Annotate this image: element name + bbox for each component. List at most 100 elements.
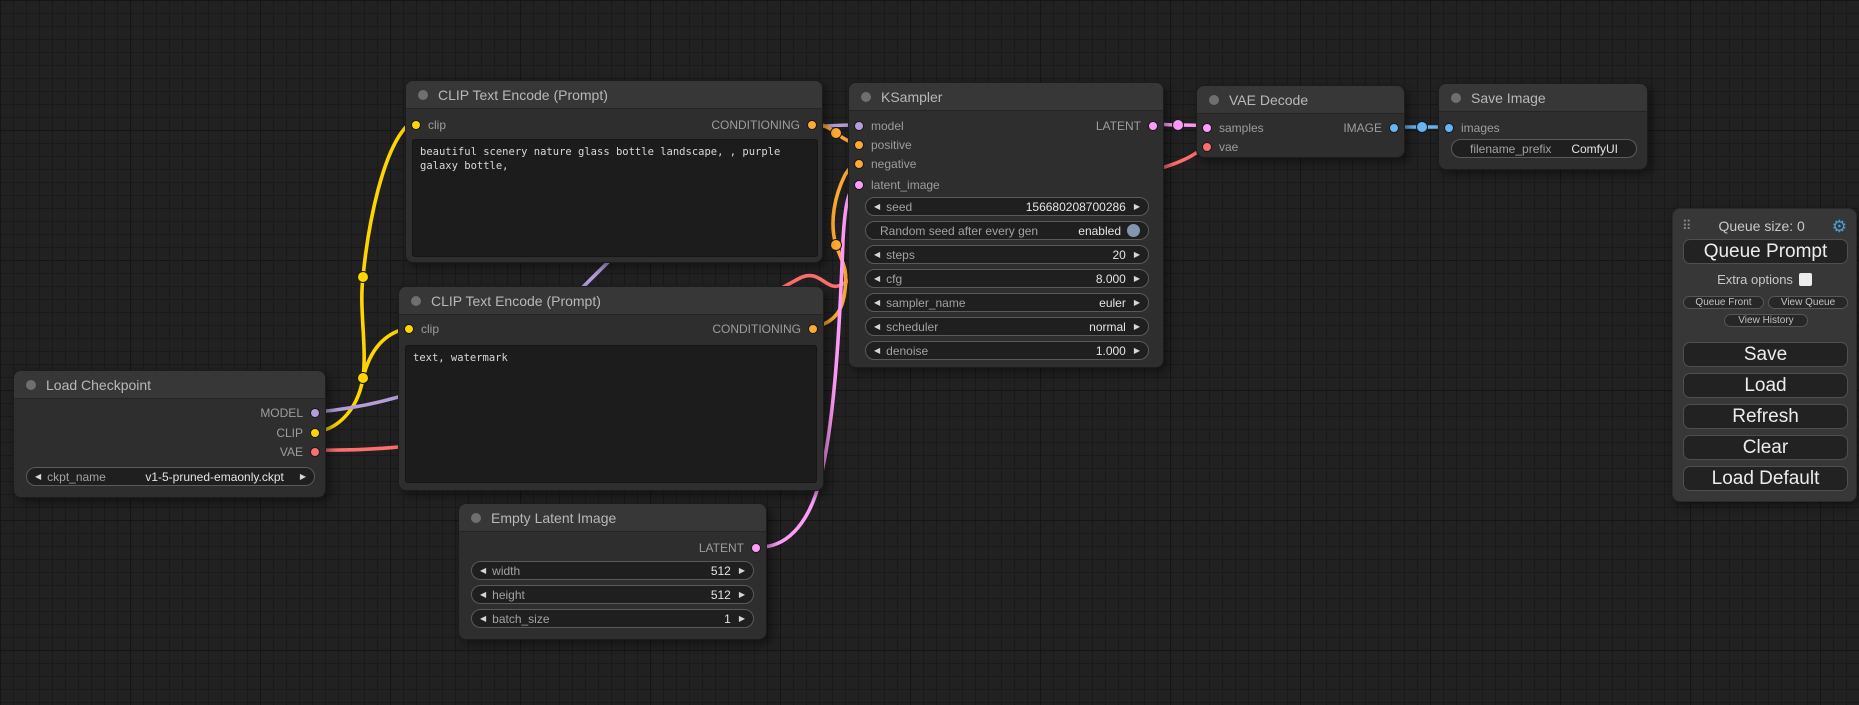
port-input-vae[interactable]: vae	[1202, 138, 1238, 156]
port-output-clip[interactable]: CLIP	[276, 424, 320, 442]
port-dot-vae[interactable]	[1202, 142, 1212, 152]
collapse-dot-icon[interactable]	[411, 296, 421, 306]
port-dot-latent[interactable]	[1202, 123, 1212, 133]
reroute-dot[interactable]	[831, 240, 842, 251]
cfg-widget[interactable]: ◀ cfg 8.000 ▶	[865, 269, 1149, 288]
sampler-name-widget[interactable]: ◀ sampler_name euler ▶	[865, 293, 1149, 312]
decrement-arrow-icon[interactable]: ◀	[874, 203, 880, 211]
load-default-button[interactable]: Load Default	[1683, 466, 1848, 491]
increment-arrow-icon[interactable]: ▶	[1134, 347, 1140, 355]
reroute-dot[interactable]	[1417, 122, 1428, 133]
port-dot-image[interactable]	[1444, 123, 1454, 133]
port-output-image[interactable]: IMAGE	[1343, 119, 1399, 137]
increment-arrow-icon[interactable]: ▶	[739, 591, 745, 599]
collapse-dot-icon[interactable]	[418, 90, 428, 100]
reroute-dot[interactable]	[1173, 120, 1184, 131]
port-dot-conditioning[interactable]	[808, 324, 818, 334]
settings-gear-icon[interactable]: ⚙	[1832, 218, 1847, 235]
refresh-button[interactable]: Refresh	[1683, 404, 1848, 429]
collapse-dot-icon[interactable]	[471, 513, 481, 523]
port-dot-clip[interactable]	[404, 324, 414, 334]
load-button[interactable]: Load	[1683, 373, 1848, 398]
port-dot-image[interactable]	[1389, 123, 1399, 133]
port-dot-conditioning[interactable]	[854, 140, 864, 150]
positive-prompt-textarea[interactable]: beautiful scenery nature glass bottle la…	[412, 139, 818, 257]
queue-prompt-button[interactable]: Queue Prompt	[1683, 239, 1848, 264]
port-input-positive[interactable]: positive	[854, 136, 912, 154]
node-graph-canvas[interactable]: Load Checkpoint MODEL CLIP VAE ◀ ckpt_na…	[0, 0, 1859, 705]
node-ksampler[interactable]: KSampler model positive negative latent_…	[848, 82, 1164, 368]
node-title-bar[interactable]: Save Image	[1439, 84, 1647, 112]
random-seed-widget[interactable]: Random seed after every gen enabled	[865, 221, 1149, 240]
toggle-circle-icon[interactable]	[1127, 224, 1140, 237]
decrement-arrow-icon[interactable]: ◀	[480, 615, 486, 623]
decrement-arrow-icon[interactable]: ◀	[480, 591, 486, 599]
view-queue-button[interactable]: View Queue	[1768, 296, 1848, 309]
seed-widget[interactable]: ◀ seed 156680208700286 ▶	[865, 197, 1149, 216]
collapse-dot-icon[interactable]	[1209, 95, 1219, 105]
port-dot-conditioning[interactable]	[807, 120, 817, 130]
node-load-checkpoint[interactable]: Load Checkpoint MODEL CLIP VAE ◀ ckpt_na…	[13, 370, 326, 498]
drag-handle-icon[interactable]: ⠿	[1682, 218, 1692, 234]
port-input-images[interactable]: images	[1444, 119, 1500, 137]
port-dot-latent[interactable]	[751, 543, 761, 553]
node-title-bar[interactable]: CLIP Text Encode (Prompt)	[399, 287, 823, 315]
decrement-arrow-icon[interactable]: ◀	[874, 251, 880, 259]
port-output-vae[interactable]: VAE	[280, 443, 320, 461]
increment-arrow-icon[interactable]: ▶	[1134, 275, 1140, 283]
save-button[interactable]: Save	[1683, 342, 1848, 367]
port-input-negative[interactable]: negative	[854, 155, 916, 173]
port-dot-vae[interactable]	[310, 447, 320, 457]
port-output-conditioning[interactable]: CONDITIONING	[711, 116, 817, 134]
port-dot-model[interactable]	[310, 408, 320, 418]
height-widget[interactable]: ◀ height 512 ▶	[471, 585, 754, 604]
queue-front-button[interactable]: Queue Front	[1683, 296, 1764, 309]
node-save-image[interactable]: Save Image images filename_prefix ComfyU…	[1438, 83, 1648, 170]
node-title-bar[interactable]: VAE Decode	[1197, 86, 1404, 114]
denoise-widget[interactable]: ◀ denoise 1.000 ▶	[865, 341, 1149, 360]
port-dot-clip[interactable]	[411, 120, 421, 130]
negative-prompt-textarea[interactable]: text, watermark	[405, 345, 817, 483]
decrement-arrow-icon[interactable]: ◀	[35, 473, 41, 481]
node-title-bar[interactable]: KSampler	[849, 83, 1163, 111]
queue-panel-header[interactable]: ⠿ Queue size: 0 ⚙	[1673, 216, 1856, 236]
node-title-bar[interactable]: Load Checkpoint	[14, 371, 325, 399]
steps-widget[interactable]: ◀ steps 20 ▶	[865, 245, 1149, 264]
filename-prefix-widget[interactable]: filename_prefix ComfyUI	[1451, 139, 1637, 158]
port-input-latent-image[interactable]: latent_image	[854, 176, 940, 194]
view-history-button[interactable]: View History	[1724, 314, 1808, 327]
increment-arrow-icon[interactable]: ▶	[1134, 203, 1140, 211]
clear-button[interactable]: Clear	[1683, 435, 1848, 460]
decrement-arrow-icon[interactable]: ◀	[874, 323, 880, 331]
increment-arrow-icon[interactable]: ▶	[739, 615, 745, 623]
width-widget[interactable]: ◀ width 512 ▶	[471, 561, 754, 580]
port-input-samples[interactable]: samples	[1202, 119, 1264, 137]
reroute-dot[interactable]	[358, 272, 369, 283]
node-clip-text-encode-positive[interactable]: CLIP Text Encode (Prompt) clip CONDITION…	[405, 80, 823, 263]
port-dot-latent[interactable]	[854, 180, 864, 190]
collapse-dot-icon[interactable]	[861, 92, 871, 102]
port-dot-conditioning[interactable]	[854, 159, 864, 169]
increment-arrow-icon[interactable]: ▶	[739, 567, 745, 575]
node-vae-decode[interactable]: VAE Decode samples vae IMAGE	[1196, 85, 1405, 158]
node-title-bar[interactable]: CLIP Text Encode (Prompt)	[406, 81, 822, 109]
decrement-arrow-icon[interactable]: ◀	[874, 299, 880, 307]
collapse-dot-icon[interactable]	[26, 380, 36, 390]
port-output-latent[interactable]: LATENT	[699, 539, 761, 557]
reroute-dot[interactable]	[831, 128, 842, 139]
ckpt-name-widget[interactable]: ◀ ckpt_name v1-5-pruned-emaonly.ckpt ▶	[26, 467, 315, 486]
port-dot-model[interactable]	[854, 121, 864, 131]
port-dot-latent[interactable]	[1148, 121, 1158, 131]
node-empty-latent-image[interactable]: Empty Latent Image LATENT ◀ width 512 ▶ …	[458, 503, 767, 640]
port-output-conditioning[interactable]: CONDITIONING	[712, 320, 818, 338]
collapse-dot-icon[interactable]	[1451, 93, 1461, 103]
port-input-model[interactable]: model	[854, 117, 904, 135]
reroute-dot[interactable]	[358, 373, 369, 384]
increment-arrow-icon[interactable]: ▶	[300, 473, 306, 481]
extra-options-checkbox[interactable]	[1799, 273, 1812, 286]
decrement-arrow-icon[interactable]: ◀	[874, 275, 880, 283]
node-title-bar[interactable]: Empty Latent Image	[459, 504, 766, 532]
port-dot-clip[interactable]	[310, 428, 320, 438]
decrement-arrow-icon[interactable]: ◀	[480, 567, 486, 575]
increment-arrow-icon[interactable]: ▶	[1134, 299, 1140, 307]
